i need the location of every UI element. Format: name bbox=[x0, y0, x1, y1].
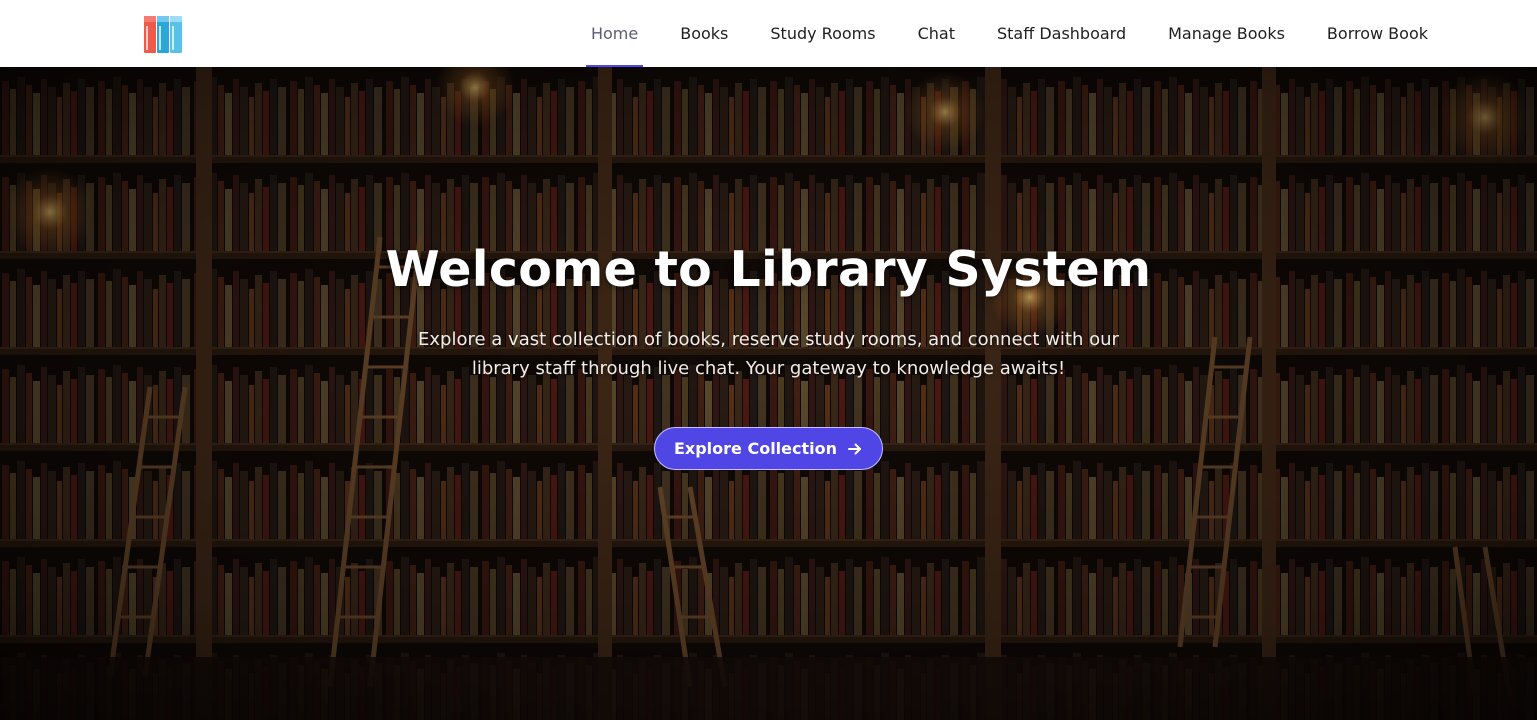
books-logo-icon[interactable] bbox=[143, 12, 185, 56]
hero-section: Welcome to Library System Explore a vast… bbox=[0, 67, 1537, 720]
nav-borrow-book-link[interactable]: Borrow Book bbox=[1327, 0, 1428, 67]
hero-content: Welcome to Library System Explore a vast… bbox=[0, 67, 1537, 720]
arrow-right-icon bbox=[847, 441, 863, 457]
nav-study-rooms-link[interactable]: Study Rooms bbox=[770, 0, 875, 67]
explore-collection-button[interactable]: Explore Collection bbox=[654, 427, 883, 470]
nav-home-link[interactable]: Home bbox=[585, 0, 644, 67]
nav-staff-dashboard-link[interactable]: Staff Dashboard bbox=[997, 0, 1126, 67]
explore-collection-label: Explore Collection bbox=[673, 439, 838, 458]
nav-chat-link[interactable]: Chat bbox=[918, 0, 955, 67]
nav-manage-books-link[interactable]: Manage Books bbox=[1168, 0, 1285, 67]
hero-title: Welcome to Library System bbox=[385, 241, 1152, 298]
main-nav: Home Books Study Rooms Chat Staff Dashbo… bbox=[549, 0, 1537, 67]
navbar: Home Books Study Rooms Chat Staff Dashbo… bbox=[0, 0, 1537, 67]
hero-subtitle: Explore a vast collection of books, rese… bbox=[418, 329, 1119, 379]
nav-books-link[interactable]: Books bbox=[680, 0, 728, 67]
